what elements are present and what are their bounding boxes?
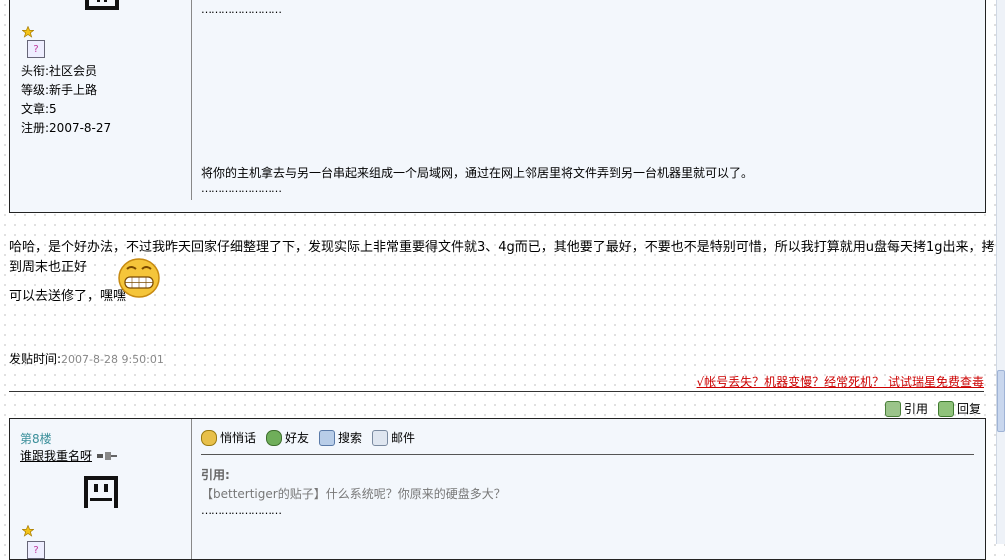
user-sidebar: ? 头衔:社区会员 等级:新手上路 文章:5 注册:2007-8-27 xyxy=(10,0,192,200)
post-time-label: 发贴时间: xyxy=(9,352,62,366)
user-level: 等级:新手上路 xyxy=(21,83,98,97)
post-message: 将你的主机拿去与另一台串起来组成一个局域网，通过在网上邻居里将文件弄到另一台机器… xyxy=(201,166,754,180)
search-label: 搜索 xyxy=(338,431,363,445)
search-icon xyxy=(319,429,336,446)
search-button[interactable]: 搜索 xyxy=(319,429,362,446)
quote-text: 【bettertiger的贴子】什么系统呢？你原来的硬盘多大？ xyxy=(201,487,506,501)
reply-line-2: 可以去送修了，嘿嘿 xyxy=(9,289,127,304)
user-registered: 注册:2007-8-27 xyxy=(21,121,112,135)
quote-label: 引用 xyxy=(903,402,928,416)
online-status-icon xyxy=(97,451,118,460)
user-posts: 文章:5 xyxy=(21,102,57,116)
user-title: 头衔:社区会员 xyxy=(21,64,98,78)
username-row: 谁跟我重名呀 xyxy=(20,447,118,464)
post-actions: 引用 回复 xyxy=(884,400,981,417)
post-time-value: 2007-8-28 9:50:01 xyxy=(61,353,164,366)
separator-dots: …………………… xyxy=(201,182,282,195)
whisper-button[interactable]: 悄悄话 xyxy=(201,429,256,446)
separator-dots: …………………… xyxy=(201,504,282,517)
whisper-label: 悄悄话 xyxy=(220,431,257,445)
separator-dots: …………………… xyxy=(201,3,282,16)
user-sidebar: 第8楼 谁跟我重名呀 ? xyxy=(10,419,192,559)
reply-button[interactable]: 回复 xyxy=(937,400,981,417)
quote-button[interactable]: 引用 xyxy=(884,400,928,417)
quote-icon xyxy=(884,400,901,417)
quote-label: 引用: xyxy=(201,468,230,482)
post-block-top: ? 头衔:社区会员 等级:新手上路 文章:5 注册:2007-8-27 …………… xyxy=(9,0,986,213)
divider xyxy=(9,391,984,392)
promo-link[interactable]: √帐号丢失？机器变慢？经常死机？ 试试瑞星免费查毒 xyxy=(697,373,984,390)
vertical-scrollbar[interactable] xyxy=(996,0,1005,544)
scrollbar-thumb[interactable] xyxy=(997,370,1005,432)
user-info: 头衔:社区会员 等级:新手上路 文章:5 注册:2007-8-27 xyxy=(21,62,111,138)
post-time: 发贴时间:2007-8-28 9:50:01 xyxy=(9,350,164,367)
star-icon xyxy=(21,25,35,38)
star-icon xyxy=(21,524,35,537)
grin-emoticon-icon xyxy=(118,258,160,298)
friend-label: 好友 xyxy=(285,431,310,445)
add-friend-button[interactable]: 好友 xyxy=(266,429,309,446)
mail-icon xyxy=(372,429,389,446)
mail-button[interactable]: 邮件 xyxy=(372,429,415,446)
mail-label: 邮件 xyxy=(391,431,416,445)
user-avatar xyxy=(84,476,118,508)
reply-label: 回复 xyxy=(956,402,981,416)
floor-number: 第8楼 xyxy=(20,432,52,446)
rank-badge-icon: ? xyxy=(27,40,45,58)
post-block-bottom: 第8楼 谁跟我重名呀 ? 悄悄话 好友 搜索 邮件 引用: 【bettertig… xyxy=(9,418,986,560)
friend-icon xyxy=(266,429,283,446)
toolbar-divider xyxy=(201,454,974,455)
reply-icon xyxy=(937,400,954,417)
whisper-icon xyxy=(201,429,217,446)
username-link[interactable]: 谁跟我重名呀 xyxy=(20,447,92,464)
user-avatar xyxy=(85,0,119,10)
post-toolbar: 悄悄话 好友 搜索 邮件 xyxy=(201,429,415,446)
